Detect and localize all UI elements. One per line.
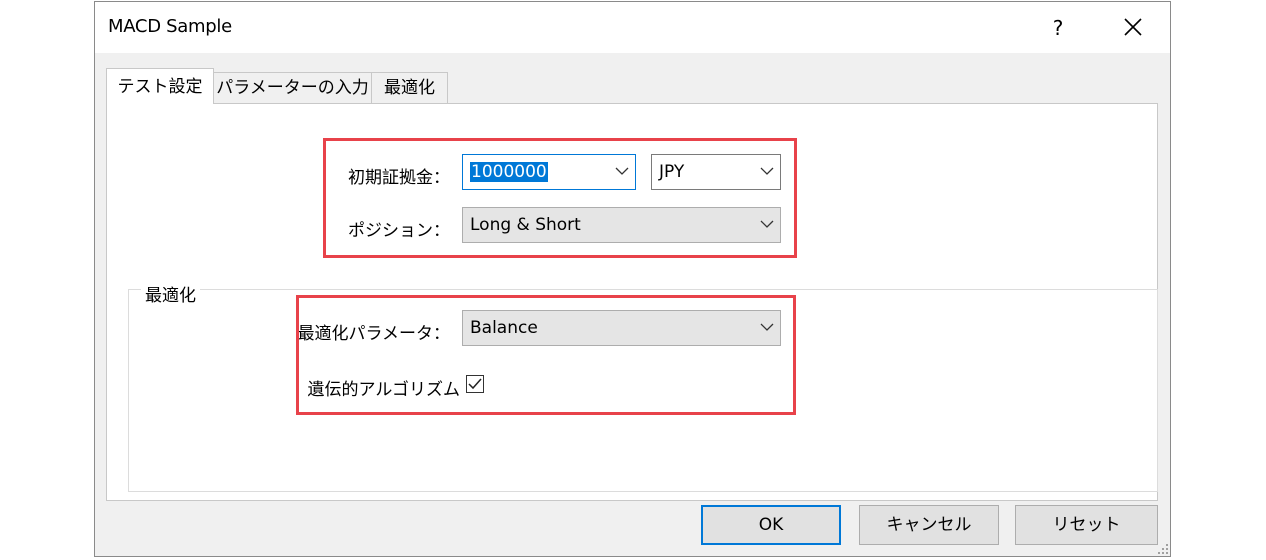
initial-deposit-label: 初期証拠金： (348, 168, 450, 188)
initial-deposit-combobox[interactable]: 1000000 (462, 154, 636, 190)
chevron-down-icon (760, 167, 774, 175)
resize-grip-icon[interactable] (1157, 543, 1169, 555)
window-title: MACD Sample (108, 16, 232, 37)
checkmark-icon (468, 378, 482, 390)
cancel-button[interactable]: キャンセル (859, 505, 999, 545)
tab-test-settings[interactable]: テスト設定 (106, 68, 214, 104)
ok-button[interactable]: OK (701, 505, 841, 545)
optimization-group-legend: 最適化 (141, 281, 200, 306)
close-button[interactable] (1113, 11, 1153, 45)
chevron-down-icon (615, 167, 629, 175)
genetic-algorithm-label: 遺伝的アルゴリズム (307, 380, 461, 400)
title-bar: MACD Sample ? (95, 2, 1170, 53)
position-label: ポジション： (348, 221, 450, 241)
currency-value: JPY (659, 162, 685, 182)
chevron-down-icon (760, 220, 774, 228)
close-icon (1124, 18, 1142, 36)
chevron-down-icon (760, 323, 774, 331)
optimization-parameter-dropdown[interactable]: Balance (462, 310, 781, 346)
tab-optimization[interactable]: 最適化 (371, 72, 448, 103)
tab-parameter-input[interactable]: パラメーターの入力 (213, 72, 372, 103)
genetic-algorithm-checkbox[interactable] (466, 375, 484, 393)
help-button[interactable]: ? (1041, 13, 1075, 43)
reset-button[interactable]: リセット (1015, 505, 1158, 545)
position-value: Long & Short (470, 215, 581, 235)
currency-combobox[interactable]: JPY (651, 154, 781, 190)
optimization-parameter-value: Balance (470, 318, 538, 338)
position-dropdown[interactable]: Long & Short (462, 207, 781, 243)
macd-sample-dialog: MACD Sample ? テスト設定 パラメーターの入力 最適化 初期証拠金：… (94, 1, 1171, 557)
optimization-parameter-label: 最適化パラメータ： (297, 324, 451, 344)
initial-deposit-value: 1000000 (470, 162, 548, 182)
